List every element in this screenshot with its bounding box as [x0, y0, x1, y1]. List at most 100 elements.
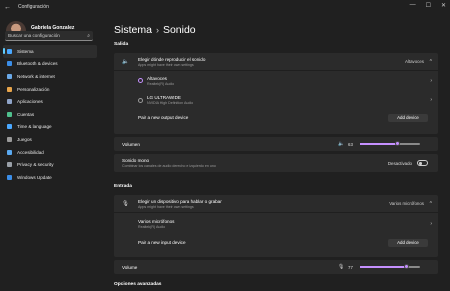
sidebar-item-label: Time & language: [17, 124, 52, 130]
sidebar-item-icon: [7, 124, 12, 130]
sidebar-item-icon: [7, 162, 12, 168]
sidebar-item[interactable]: Sistema: [3, 45, 97, 58]
radio-unselected[interactable]: [138, 97, 143, 103]
sidebar-item-icon: [7, 174, 12, 180]
input-volume-slider[interactable]: 🎙 77: [338, 264, 428, 270]
sidebar-item-label: Aplicaciones: [17, 99, 43, 105]
sidebar-item[interactable]: Personalización: [3, 83, 97, 96]
slider-track[interactable]: [360, 264, 420, 270]
section-title-output: Salida: [114, 42, 129, 47]
input-choose-row[interactable]: 🎙 Elegir un dispositivo para hablar o gr…: [114, 195, 438, 212]
output-volume-slider[interactable]: 🔈 63: [338, 141, 428, 147]
back-arrow-icon[interactable]: ←: [4, 4, 16, 11]
search-input[interactable]: Buscar una configuración ⌕: [5, 31, 93, 41]
input-device-sub: Realtek(R) Audio: [138, 224, 166, 229]
sidebar-item[interactable]: Accesibilidad: [3, 146, 97, 159]
mono-state: Desactivado: [387, 160, 412, 166]
page-title: Sonido: [162, 24, 196, 36]
input-card: 🎙 Elegir un dispositivo para hablar o gr…: [114, 195, 438, 257]
sidebar-item[interactable]: Time & language: [3, 121, 97, 134]
chevron-right-icon[interactable]: ›: [430, 97, 432, 103]
sidebar-item[interactable]: Privacy & security: [3, 158, 97, 171]
mono-title: Sonido mono: [122, 158, 150, 163]
output-volume-card: Volumen 🔈 63: [114, 137, 438, 151]
sidebar-item-label: Personalización: [17, 86, 50, 92]
chevron-up-icon[interactable]: ^: [430, 201, 432, 207]
chevron-up-icon[interactable]: ^: [430, 59, 432, 65]
section-title-input: Entrada: [114, 184, 132, 189]
input-volume-value: 77: [348, 264, 353, 270]
output-choose-title: Elegir dónde reproducir el sonido: [138, 56, 206, 62]
slider-thumb[interactable]: [395, 141, 401, 147]
sidebar-item-icon: [7, 99, 12, 105]
sidebar-item-label: Network & internet: [17, 73, 55, 79]
main-content: Sistema › Sonido Salida 🔈 Elegir dónde r…: [114, 14, 444, 287]
output-device-row[interactable]: LG ULTRAWIDE NVIDIA High Definition Audi…: [114, 90, 438, 110]
sidebar-item[interactable]: Bluetooth & devices: [3, 58, 97, 71]
window-title: Configuración: [18, 4, 49, 10]
speaker-icon[interactable]: 🔈: [338, 141, 348, 147]
input-device-row[interactable]: Varios micrófonos Realtek(R) Audio ›: [114, 213, 438, 234]
add-input-device-button[interactable]: Add device: [388, 238, 428, 247]
output-device-sub: NVIDIA High Definition Audio: [147, 101, 194, 105]
sidebar-item-icon: [7, 61, 12, 67]
microphone-icon[interactable]: 🎙: [338, 264, 348, 270]
sidebar-item[interactable]: Cuentas: [3, 108, 97, 121]
output-choose-row[interactable]: 🔈 Elegir dónde reproducir el sonido Apps…: [114, 53, 438, 70]
output-device-name: LG ULTRAWIDE: [147, 95, 181, 100]
mono-card: Sonido mono Combinar los canales de audi…: [114, 154, 438, 172]
breadcrumb: Sistema › Sonido: [114, 23, 444, 37]
slider-thumb[interactable]: [403, 264, 409, 270]
sidebar-item[interactable]: Network & internet: [3, 70, 97, 83]
title-bar: ← Configuración — ☐ ✕: [0, 0, 450, 14]
input-device-name: Varios micrófonos: [138, 218, 175, 224]
breadcrumb-separator: ›: [155, 25, 159, 35]
close-icon[interactable]: ✕: [441, 2, 446, 9]
maximize-icon[interactable]: ☐: [426, 2, 431, 9]
sidebar-nav: Sistema Bluetooth & devices Network & inte…: [3, 45, 97, 184]
sidebar-item-label: Privacy & security: [17, 162, 54, 168]
sidebar-item[interactable]: Juegos: [3, 133, 97, 146]
output-device-row[interactable]: Altavoces Realtek(R) Audio ›: [114, 71, 438, 90]
sidebar-item-label: Cuentas: [17, 111, 35, 117]
input-current-value: Varios micrófonos: [389, 201, 424, 206]
output-choose-subtitle: Apps might have their own settings: [138, 62, 194, 67]
output-device-name: Altavoces: [147, 75, 167, 81]
sidebar-item-label: Windows Update: [17, 174, 52, 180]
add-output-device-button[interactable]: Add device: [388, 113, 428, 122]
pair-input-label: Pair a new input device: [138, 240, 186, 245]
sidebar-item[interactable]: Aplicaciones: [3, 95, 97, 108]
search-placeholder: Buscar una configuración: [8, 33, 60, 38]
sidebar-item-icon: [7, 111, 12, 117]
chevron-right-icon[interactable]: ›: [430, 221, 432, 227]
mono-toggle[interactable]: [417, 160, 428, 166]
window-controls: — ☐ ✕: [410, 2, 446, 9]
minimize-icon[interactable]: —: [410, 2, 416, 9]
input-choose-title: Elegir un dispositivo para hablar o grab…: [138, 198, 222, 204]
sidebar-item-label: Juegos: [17, 136, 32, 142]
speaker-icon: 🔈: [122, 58, 129, 65]
output-card: 🔈 Elegir dónde reproducir el sonido Apps…: [114, 53, 438, 134]
pair-input-row: Pair a new input device Add device: [114, 236, 438, 249]
radio-selected[interactable]: [138, 78, 143, 83]
sidebar-item[interactable]: Windows Update: [3, 171, 97, 184]
section-title-advanced: Opciones avanzadas: [114, 282, 162, 287]
sidebar-item-label: Sistema: [17, 48, 34, 54]
sidebar-item-icon: [7, 86, 12, 92]
pair-output-row: Pair a new output device Add device: [114, 111, 438, 124]
output-device-sub: Realtek(R) Audio: [147, 81, 175, 86]
input-volume-label: Volume: [122, 264, 138, 270]
slider-fill: [360, 266, 407, 268]
sidebar-item-icon: [7, 149, 12, 155]
sidebar-item-icon: [7, 136, 12, 142]
slider-track[interactable]: [360, 141, 420, 147]
sidebar-item-icon: [7, 48, 12, 54]
sidebar-item-label: Bluetooth & devices: [17, 61, 58, 67]
sidebar-item-label: Accesibilidad: [17, 149, 44, 155]
chevron-right-icon[interactable]: ›: [430, 78, 432, 84]
input-volume-card: Volume 🎙 77: [114, 260, 438, 274]
pair-output-label: Pair a new output device: [138, 115, 189, 120]
search-icon[interactable]: ⌕: [87, 33, 90, 39]
breadcrumb-parent[interactable]: Sistema: [114, 24, 152, 36]
sidebar-item-icon: [7, 73, 12, 79]
